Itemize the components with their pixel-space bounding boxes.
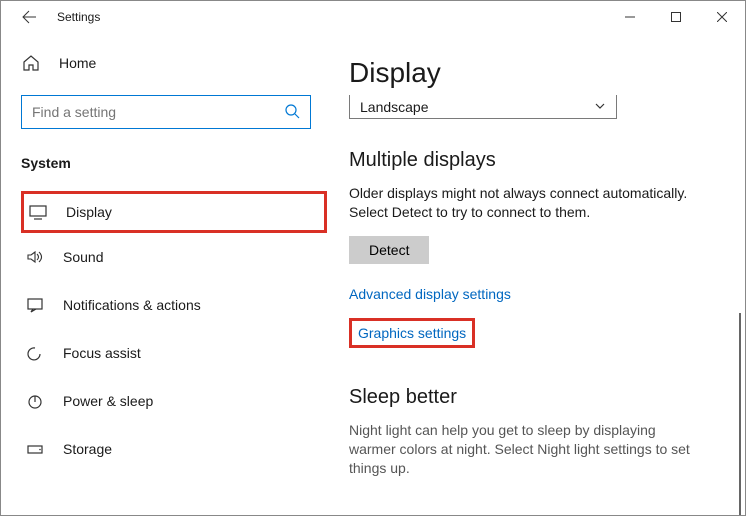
multiple-displays-heading: Multiple displays [349,149,717,172]
page-title: Display [349,57,717,89]
storage-icon [25,441,45,457]
nav-item-label: Focus assist [63,345,141,361]
arrow-left-icon [21,9,37,25]
nav-item-label: Power & sleep [63,393,153,409]
chevron-down-icon [594,99,606,115]
nav-item-focus-assist[interactable]: Focus assist [21,329,327,377]
search-box[interactable] [21,95,311,129]
scrollbar[interactable] [739,313,741,515]
close-button[interactable] [699,1,745,33]
sidebar: Home System Display [1,33,327,515]
window-title: Settings [57,10,100,24]
notifications-icon [25,297,45,313]
content-pane: Display Landscape Multiple displays Olde… [327,33,745,515]
nav-list: Display Sound Notifications & actions [21,191,327,473]
titlebar: Settings [1,1,745,33]
body: Home System Display [1,33,745,515]
home-label: Home [59,55,96,71]
focus-assist-icon [25,345,45,361]
power-icon [25,393,45,409]
sleep-better-desc: Night light can help you get to sleep by… [349,421,699,478]
search-input[interactable] [32,104,284,120]
multiple-displays-desc: Older displays might not always connect … [349,184,699,222]
nav-item-display[interactable]: Display [21,191,327,233]
nav-item-label: Sound [63,249,103,265]
dropdown-value: Landscape [360,99,429,115]
minimize-icon [625,12,635,22]
close-icon [717,12,727,22]
sleep-better-heading: Sleep better [349,386,717,409]
nav-item-notifications[interactable]: Notifications & actions [21,281,327,329]
maximize-button[interactable] [653,1,699,33]
section-title: System [21,155,327,171]
detect-button[interactable]: Detect [349,236,429,264]
back-button[interactable] [13,1,45,33]
orientation-dropdown[interactable]: Landscape [349,95,617,119]
home-nav[interactable]: Home [21,43,327,83]
nav-item-label: Notifications & actions [63,297,201,313]
window-controls [607,1,745,33]
display-icon [28,204,48,220]
search-icon [284,103,300,122]
graphics-settings-link[interactable]: Graphics settings [349,318,475,348]
minimize-button[interactable] [607,1,653,33]
sound-icon [25,249,45,265]
settings-window: Settings Home [0,0,746,516]
nav-item-power-sleep[interactable]: Power & sleep [21,377,327,425]
nav-item-label: Display [66,204,112,220]
nav-item-label: Storage [63,441,112,457]
home-icon [21,54,41,72]
nav-item-sound[interactable]: Sound [21,233,327,281]
advanced-display-link[interactable]: Advanced display settings [349,286,511,302]
nav-item-storage[interactable]: Storage [21,425,327,473]
maximize-icon [671,12,681,22]
